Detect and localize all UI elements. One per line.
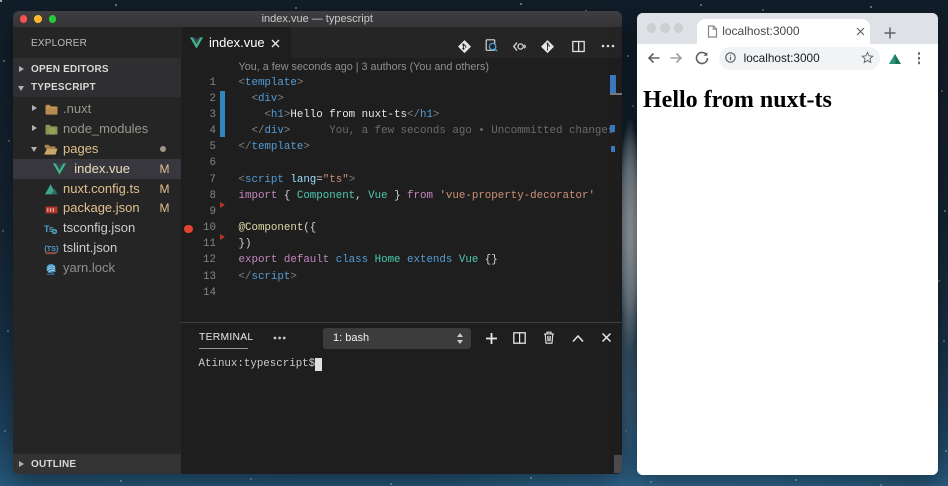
svg-text:{TS}: {TS} — [44, 246, 59, 253]
